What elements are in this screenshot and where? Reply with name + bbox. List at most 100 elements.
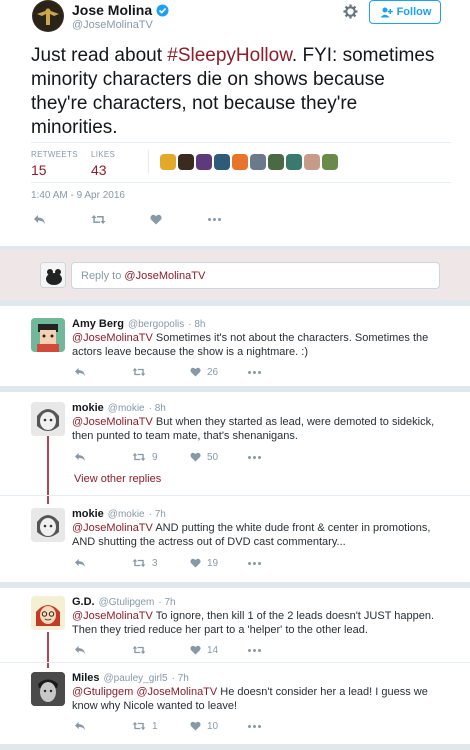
retweet-count: 1 (152, 720, 158, 732)
like-button[interactable] (150, 212, 162, 226)
reply-author-handle[interactable]: @mokie (108, 509, 145, 520)
liker-avatar[interactable] (214, 154, 230, 170)
thread-line (47, 436, 49, 504)
view-other-replies-link[interactable]: View other replies (74, 473, 161, 485)
liker-avatar[interactable] (322, 154, 338, 170)
reply-text: @JoseMolinaTV Sometimes it's not about t… (72, 332, 429, 358)
liker-avatar[interactable] (304, 154, 320, 170)
like-button[interactable]: 19 (190, 556, 218, 570)
reply-time[interactable]: · 7h (149, 509, 166, 520)
reply-text: @JoseMolinaTV To ignore, then kill 1 of … (72, 610, 435, 636)
retweet-icon (132, 452, 146, 462)
retweet-button[interactable] (91, 212, 106, 226)
reply-thread: mokie @mokie · 8h @JoseMolinaTV But when… (0, 392, 470, 582)
follow-label: Follow (396, 6, 432, 18)
hashtag-link[interactable]: #SleepyHollow (167, 45, 292, 66)
reply-author-handle[interactable]: @mokie (108, 403, 145, 414)
more-icon (248, 455, 261, 459)
like-button[interactable]: 14 (190, 643, 218, 657)
more-button[interactable] (248, 365, 261, 379)
liker-avatar[interactable] (196, 154, 212, 170)
reply-time[interactable]: · 8h (149, 403, 166, 414)
reply-box-area: Reply to @JoseMolinaTV (0, 250, 470, 300)
reply-author-name[interactable]: G.D. (72, 596, 95, 608)
retweet-button[interactable] (132, 643, 152, 657)
avatar[interactable] (31, 672, 65, 706)
reply-thread: G.D. @Gtulipgem · 7h @JoseMolinaTV To ig… (0, 588, 470, 744)
reply-author-name[interactable]: mokie (72, 508, 104, 520)
reply-author-name[interactable]: mokie (72, 402, 104, 414)
reply-author-name[interactable]: Amy Berg (72, 318, 124, 330)
reply-button[interactable] (74, 643, 86, 657)
avatar[interactable] (32, 0, 64, 32)
reply-time[interactable]: · 7h (172, 673, 189, 684)
heart-icon (190, 721, 201, 731)
avatar[interactable] (31, 596, 65, 630)
like-button[interactable]: 50 (190, 450, 218, 464)
liker-avatar[interactable] (286, 154, 302, 170)
add-user-icon (380, 7, 393, 17)
mention-link[interactable]: @JoseMolinaTV (72, 416, 153, 428)
reply-author-handle[interactable]: @Gtulipgem (99, 597, 155, 608)
reply-icon (75, 558, 85, 568)
reply-time[interactable]: · 8h (188, 319, 205, 330)
heart-icon (190, 558, 201, 568)
mention-link[interactable]: @JoseMolinaTV (136, 686, 217, 698)
main-tweet-card: Jose Molina @JoseMolinaTV Follow Just re… (0, 0, 470, 246)
user-avatar-icon (31, 596, 65, 630)
likers-avatars (160, 154, 338, 170)
liker-avatar[interactable] (268, 154, 284, 170)
mention-link[interactable]: @Gtulipgem (72, 686, 133, 698)
gear-icon[interactable] (343, 4, 358, 19)
retweet-button[interactable] (132, 365, 152, 379)
retweet-button[interactable]: 9 (132, 450, 158, 464)
mention-link[interactable]: @JoseMolinaTV (72, 332, 153, 344)
retweet-icon (91, 214, 106, 224)
liker-avatar[interactable] (178, 154, 194, 170)
like-count: 19 (207, 557, 219, 569)
retweet-button[interactable]: 3 (132, 556, 158, 570)
reply-author-name[interactable]: Miles (72, 672, 100, 684)
more-button[interactable] (248, 719, 261, 733)
timestamp[interactable]: 1:40 AM - 9 Apr 2016 (31, 190, 125, 201)
reply-time[interactable]: · 7h (158, 597, 175, 608)
like-button[interactable]: 26 (190, 365, 218, 379)
liker-avatar[interactable] (160, 154, 176, 170)
reply-button[interactable] (33, 212, 46, 226)
mention-link[interactable]: @JoseMolinaTV (72, 610, 153, 622)
follow-button[interactable]: Follow (369, 0, 441, 24)
mention-link[interactable]: @JoseMolinaTV (72, 522, 153, 534)
liker-avatar[interactable] (250, 154, 266, 170)
retweets-label: RETWEETS (31, 150, 78, 159)
more-button[interactable] (248, 450, 261, 464)
avatar[interactable] (31, 508, 65, 542)
like-count: 10 (207, 720, 219, 732)
avatar[interactable] (31, 402, 65, 436)
reply-button[interactable] (74, 365, 86, 379)
reply-input[interactable]: Reply to @JoseMolinaTV (71, 262, 440, 289)
more-button[interactable] (208, 212, 221, 226)
author-handle[interactable]: @JoseMolinaTV (72, 19, 153, 31)
avatar[interactable] (31, 318, 65, 352)
heart-icon (190, 367, 201, 377)
retweets-stat[interactable]: RETWEETS 15 (31, 150, 78, 178)
likes-stat[interactable]: LIKES 43 (91, 150, 115, 178)
reply-author-handle[interactable]: @pauley_girl5 (104, 673, 168, 684)
heart-icon (190, 452, 201, 462)
eagle-logo-icon (33, 1, 63, 31)
author-name[interactable]: Jose Molina (72, 2, 152, 18)
more-button[interactable] (248, 556, 261, 570)
more-button[interactable] (248, 643, 261, 657)
more-icon (248, 561, 261, 565)
like-button[interactable]: 10 (190, 719, 218, 733)
reply-button[interactable] (74, 556, 86, 570)
reply-button[interactable] (74, 719, 86, 733)
more-icon (248, 648, 261, 652)
more-icon (208, 217, 221, 221)
reply-author-handle[interactable]: @bergopolis (128, 319, 184, 330)
retweet-button[interactable]: 1 (132, 719, 158, 733)
liker-avatar[interactable] (232, 154, 248, 170)
tweet-text: Just read about #SleepyHollow. FYI: some… (31, 45, 435, 138)
reply-icon (34, 214, 45, 224)
reply-button[interactable] (74, 450, 86, 464)
